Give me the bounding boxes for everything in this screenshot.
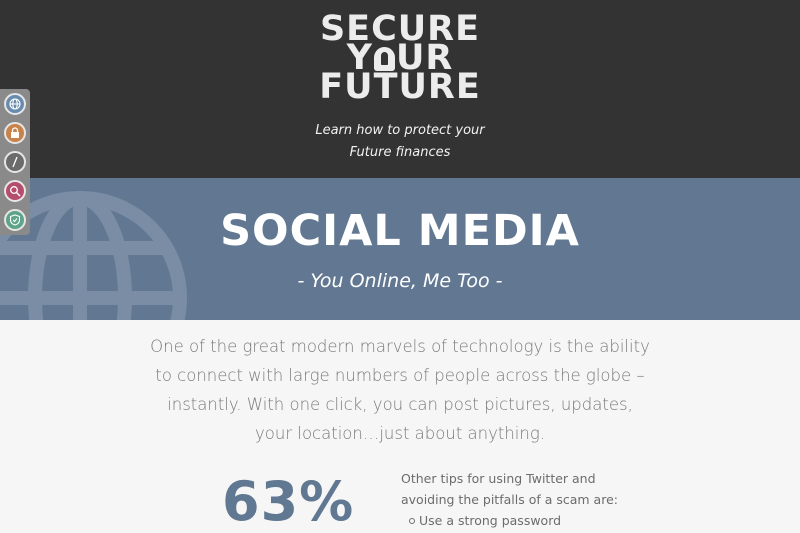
sidebar-item-shield[interactable] (4, 209, 26, 231)
main-content: One of the great modern marvels of techn… (0, 320, 800, 533)
intro-paragraph: One of the great modern marvels of techn… (150, 337, 650, 443)
section-nav-sidebar (0, 89, 30, 235)
keyhole-icon (373, 47, 395, 71)
tips-heading: Other tips for using Twitter and avoidin… (401, 471, 618, 507)
lock-icon (11, 127, 19, 138)
logo-line-3: FUTURE (319, 67, 481, 107)
tips-block: Other tips for using Twitter and avoidin… (401, 468, 641, 531)
tagline: Learn how to protect your Future finance… (0, 120, 800, 164)
page-subtitle: - You Online, Me Too - (297, 270, 503, 292)
tips-list: Use a strong password (401, 510, 641, 531)
sidebar-item-globe[interactable] (4, 93, 26, 115)
site-header: SECURE Y UR FUTURE Learn how to protect y… (0, 0, 800, 178)
sidebar-item-search[interactable] (4, 180, 26, 202)
statistic-value: 63% (222, 470, 355, 533)
shield-icon (9, 214, 21, 226)
tagline-line-1: Learn how to protect your (315, 123, 485, 138)
globe-icon (9, 98, 21, 110)
sidebar-item-pen[interactable] (4, 151, 26, 173)
search-icon (10, 186, 21, 197)
pen-icon (12, 156, 18, 168)
sidebar-item-lock[interactable] (4, 122, 26, 144)
list-item: Use a strong password (409, 510, 641, 531)
secure-your-future-logo[interactable]: SECURE Y UR FUTURE (0, 12, 800, 107)
tagline-line-2: Future finances (349, 145, 451, 160)
page-title: SOCIAL MEDIA (220, 206, 580, 256)
social-media-hero: SOCIAL MEDIA - You Online, Me Too - (0, 178, 800, 320)
